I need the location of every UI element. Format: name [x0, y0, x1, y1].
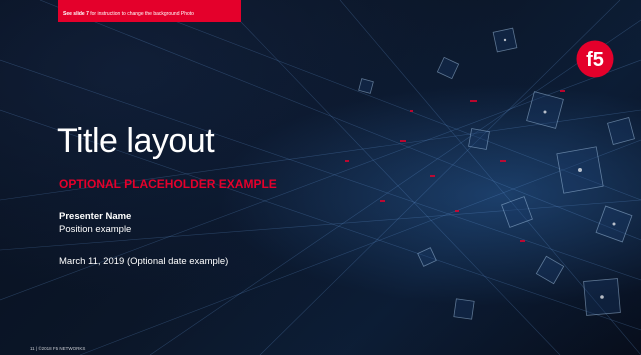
f5-logo-icon: f5	[576, 40, 614, 78]
background-instruction-note: See slide 7 for instruction to change th…	[58, 0, 241, 22]
presentation-date: March 11, 2019 (Optional date example)	[59, 256, 229, 267]
title-slide: See slide 7 for instruction to change th…	[0, 0, 641, 355]
note-instruction: for instruction to change the background…	[88, 11, 194, 17]
slide-subtitle: OPTIONAL PLACEHOLDER EXAMPLE	[59, 177, 277, 191]
logo-text: f5	[586, 49, 604, 71]
background-instruction-text: See slide 7 for instruction to change th…	[63, 11, 241, 17]
slide-title: Title layout	[57, 122, 215, 160]
presenter-name: Presenter Name	[59, 211, 132, 222]
slide-footer: 11 | ©2018 F5 NETWORKS	[30, 346, 86, 351]
note-slide-reference: See slide 7	[63, 11, 89, 17]
presenter-position: Position example	[59, 224, 132, 235]
